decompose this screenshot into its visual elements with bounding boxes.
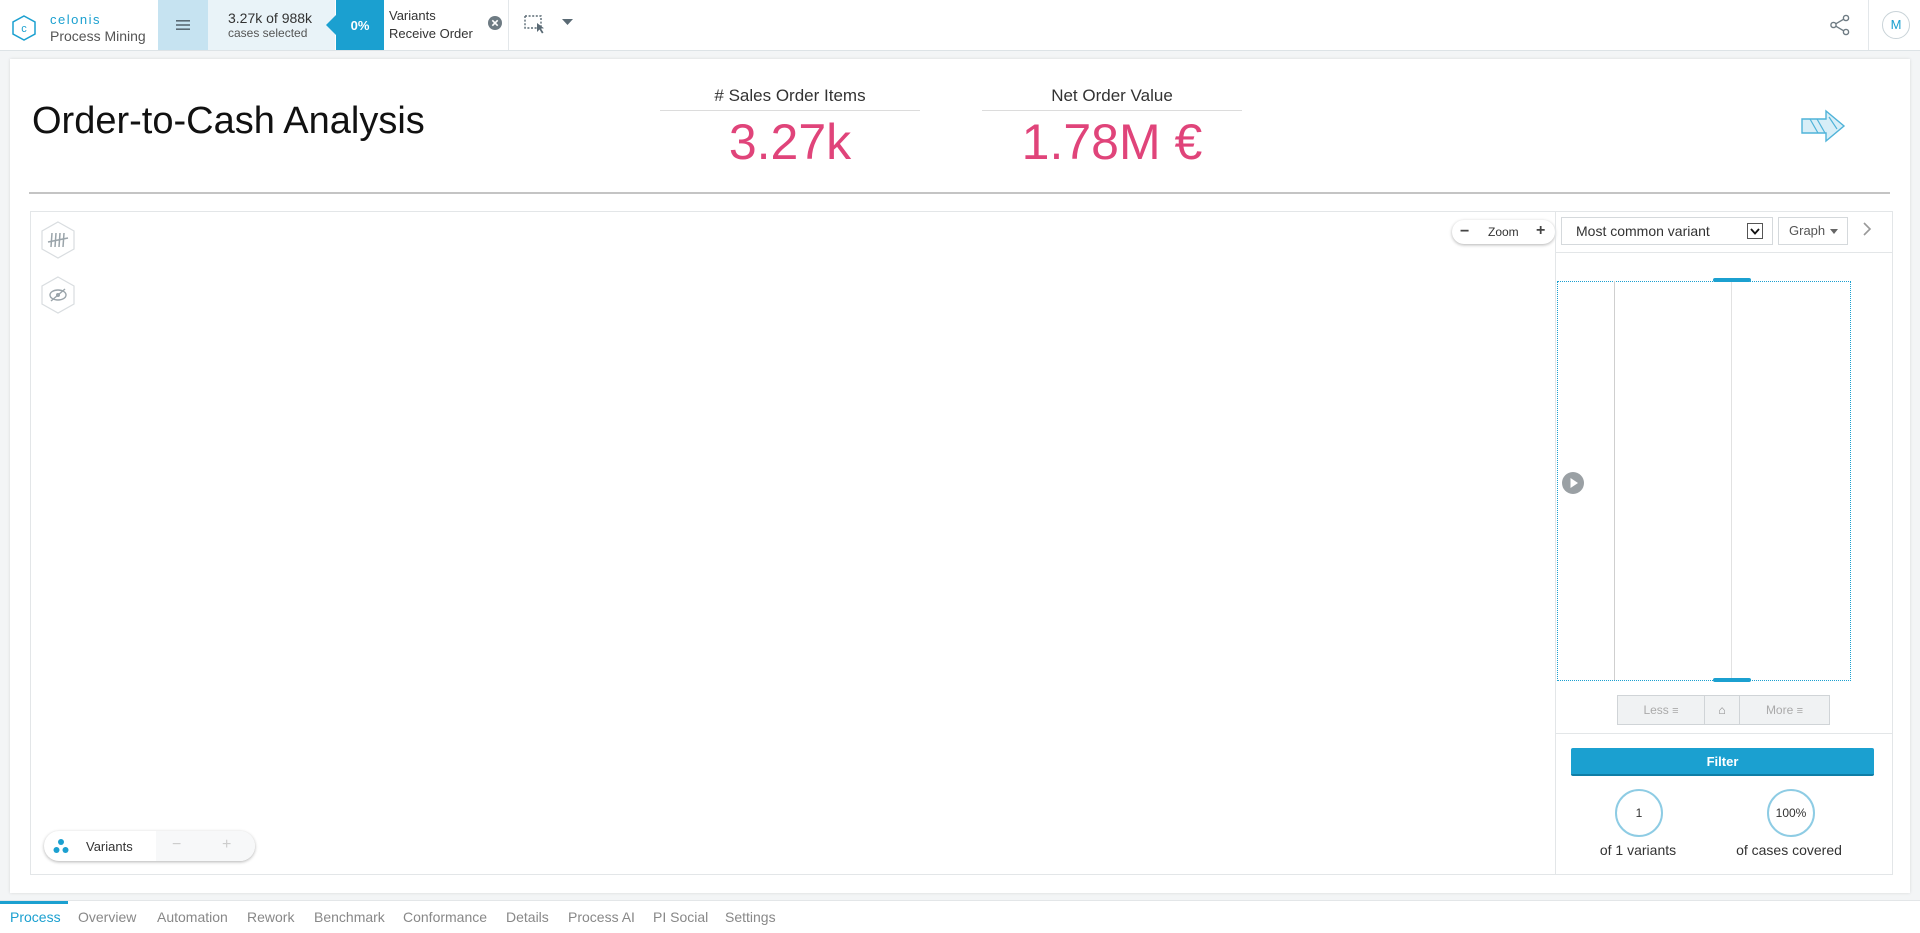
kpi-sales-order-items: # Sales Order Items 3.27k (660, 86, 920, 171)
selection-percent: 0% (350, 17, 370, 33)
bottom-drag-handle[interactable] (1713, 678, 1751, 682)
home-button[interactable]: ⌂ (1705, 696, 1740, 724)
view-mode-button[interactable]: Graph (1778, 217, 1848, 245)
divider (1614, 281, 1615, 680)
tab-pi-social[interactable]: PI Social (653, 909, 708, 925)
variants-control: Variants − + (44, 831, 255, 861)
divider (1556, 252, 1893, 253)
tab-process-ai[interactable]: Process AI (568, 909, 635, 925)
variants-count-caption: of 1 variants (1599, 842, 1677, 858)
variant-overview-frame (1557, 281, 1851, 681)
view-mode-label: Graph (1789, 223, 1826, 238)
arrow-right-icon[interactable] (1800, 109, 1846, 143)
kpi-label: # Sales Order Items (660, 86, 920, 111)
divider (1556, 733, 1893, 734)
tab-settings[interactable]: Settings (725, 909, 776, 925)
divider (1868, 0, 1869, 50)
active-tab-indicator (0, 901, 68, 904)
tally-icon[interactable] (38, 220, 78, 260)
tab-conformance[interactable]: Conformance (403, 909, 487, 925)
chevron-down-icon[interactable] (562, 19, 573, 26)
zoom-label: Zoom (1488, 225, 1519, 239)
top-drag-handle[interactable] (1713, 278, 1751, 282)
detail-stepper: Less ≡ ⌂ More ≡ (1617, 695, 1830, 725)
svg-text:c: c (21, 23, 27, 35)
tab-details[interactable]: Details (506, 909, 549, 925)
tab-rework[interactable]: Rework (247, 909, 294, 925)
kpi-net-order-value: Net Order Value 1.78M € (982, 86, 1242, 171)
zoom-out-button[interactable]: − (1460, 223, 1469, 241)
sort-icon: ≡ (1796, 705, 1804, 717)
header-divider (29, 192, 1890, 194)
tab-benchmark[interactable]: Benchmark (314, 909, 385, 925)
filter-type: Variants (389, 8, 436, 23)
less-label: Less (1643, 703, 1669, 717)
eye-hidden-icon[interactable] (38, 275, 78, 315)
kpi-value: 1.78M € (1021, 114, 1203, 170)
increase-variants-button[interactable]: + (222, 836, 231, 854)
celonis-logo-icon: c (12, 15, 36, 41)
variants-count-circle: 1 (1615, 789, 1663, 837)
share-icon[interactable] (1829, 14, 1851, 36)
app-logo[interactable]: c celonis Process Mining (12, 12, 146, 44)
filter-button[interactable]: Filter (1571, 748, 1874, 776)
variant-mode-select[interactable]: Most common variant (1561, 217, 1773, 245)
tab-process[interactable]: Process (10, 909, 61, 925)
variants-stepper (156, 831, 255, 861)
kpi-value: 3.27k (728, 114, 852, 170)
zoom-in-button[interactable]: + (1536, 222, 1545, 240)
brand-name: celonis (50, 12, 101, 27)
product-name: Process Mining (50, 28, 146, 44)
selection-summary[interactable]: 3.27k of 988k cases selected (208, 0, 335, 50)
variant-side-panel: Most common variant Graph Less ≡ ⌂ More … (1555, 212, 1893, 874)
page-title: Order-to-Cash Analysis (32, 100, 425, 142)
variants-icon (53, 839, 69, 853)
selection-caption: cases selected (228, 26, 308, 40)
cases-covered-circle: 100% (1767, 789, 1815, 837)
sort-icon: ≡ (1672, 705, 1679, 717)
home-icon: ⌂ (1718, 703, 1726, 717)
analysis-sheet: Order-to-Cash Analysis # Sales Order Ite… (10, 59, 1910, 893)
selection-count: 3.27k of 988k (228, 10, 313, 26)
chevron-down-icon (1747, 223, 1763, 239)
zoom-control: − Zoom + (1452, 220, 1555, 244)
user-avatar[interactable]: M (1882, 11, 1910, 39)
hamburger-icon (176, 20, 190, 30)
divider (1731, 281, 1732, 680)
kpi-label: Net Order Value (982, 86, 1242, 111)
selection-tool-icon[interactable] (524, 14, 546, 34)
active-filter[interactable]: Variants Receive Order (389, 7, 473, 43)
sheet-tabs: Process Overview Automation Rework Bench… (0, 900, 1920, 933)
more-label: More (1765, 703, 1794, 717)
divider (508, 0, 509, 50)
tab-automation[interactable]: Automation (157, 909, 228, 925)
filter-value: Receive Order (389, 26, 473, 41)
cases-covered-caption: of cases covered (1736, 842, 1842, 858)
top-bar: c celonis Process Mining 3.27k of 988k c… (0, 0, 1920, 51)
play-icon[interactable] (1561, 471, 1585, 495)
selection-percent-badge: 0% (326, 0, 384, 50)
chevron-right-icon[interactable] (1862, 222, 1872, 236)
less-button[interactable]: Less ≡ (1618, 696, 1705, 724)
menu-button[interactable] (158, 0, 208, 50)
caret-down-icon (1830, 229, 1838, 234)
variant-mode-value: Most common variant (1576, 223, 1710, 239)
tab-overview[interactable]: Overview (78, 909, 136, 925)
process-explorer: − Zoom + Variants − + Most common varian… (30, 211, 1893, 875)
remove-filter-icon[interactable] (487, 15, 503, 31)
variants-label: Variants (86, 839, 133, 854)
more-button[interactable]: More ≡ (1740, 696, 1829, 724)
decrease-variants-button[interactable]: − (172, 836, 181, 854)
